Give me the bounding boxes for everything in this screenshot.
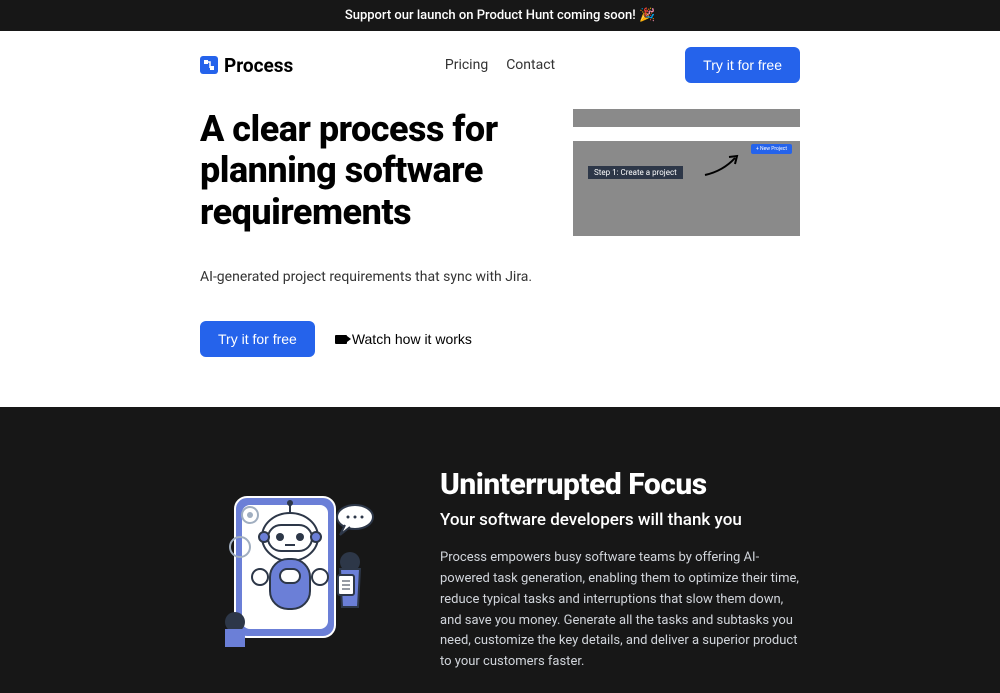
hero-actions: Try it for free Watch how it works bbox=[200, 321, 533, 357]
announcement-banner: Support our launch on Product Hunt comin… bbox=[0, 0, 1000, 31]
focus-title: Uninterrupted Focus bbox=[440, 467, 800, 502]
focus-content: Uninterrupted Focus Your software develo… bbox=[440, 467, 800, 673]
demo-arrow-icon bbox=[703, 153, 743, 178]
try-free-button[interactable]: Try it for free bbox=[685, 47, 800, 83]
header: Process Pricing Contact Try it for free bbox=[0, 31, 1000, 99]
hero-demo-image: + New Project Step 1: Create a project bbox=[573, 109, 800, 236]
logo-text: Process bbox=[224, 54, 293, 77]
hero-title: A clear process for planning software re… bbox=[200, 109, 533, 233]
hero-try-free-button[interactable]: Try it for free bbox=[200, 321, 315, 357]
nav-contact[interactable]: Contact bbox=[506, 57, 555, 73]
logo[interactable]: Process bbox=[200, 54, 293, 77]
hero-section: A clear process for planning software re… bbox=[0, 99, 1000, 407]
demo-toolbar bbox=[573, 127, 800, 141]
main-nav: Pricing Contact bbox=[445, 57, 555, 73]
hero-content: A clear process for planning software re… bbox=[200, 109, 533, 357]
focus-section: Uninterrupted Focus Your software develo… bbox=[0, 407, 1000, 693]
watch-video-button[interactable]: Watch how it works bbox=[335, 331, 472, 347]
demo-step-label: Step 1: Create a project bbox=[588, 166, 683, 179]
focus-text: Process empowers busy software teams by … bbox=[440, 548, 800, 673]
nav-pricing[interactable]: Pricing bbox=[445, 57, 488, 73]
banner-text: Support our launch on Product Hunt comin… bbox=[345, 8, 655, 23]
watch-label: Watch how it works bbox=[352, 331, 472, 347]
demo-new-project-button: + New Project bbox=[751, 144, 792, 154]
hero-subtitle: AI-generated project requirements that s… bbox=[200, 269, 533, 285]
focus-subtitle: Your software developers will thank you bbox=[440, 510, 800, 530]
logo-icon bbox=[200, 56, 218, 74]
video-icon bbox=[335, 335, 347, 344]
robot-illustration bbox=[200, 467, 390, 673]
